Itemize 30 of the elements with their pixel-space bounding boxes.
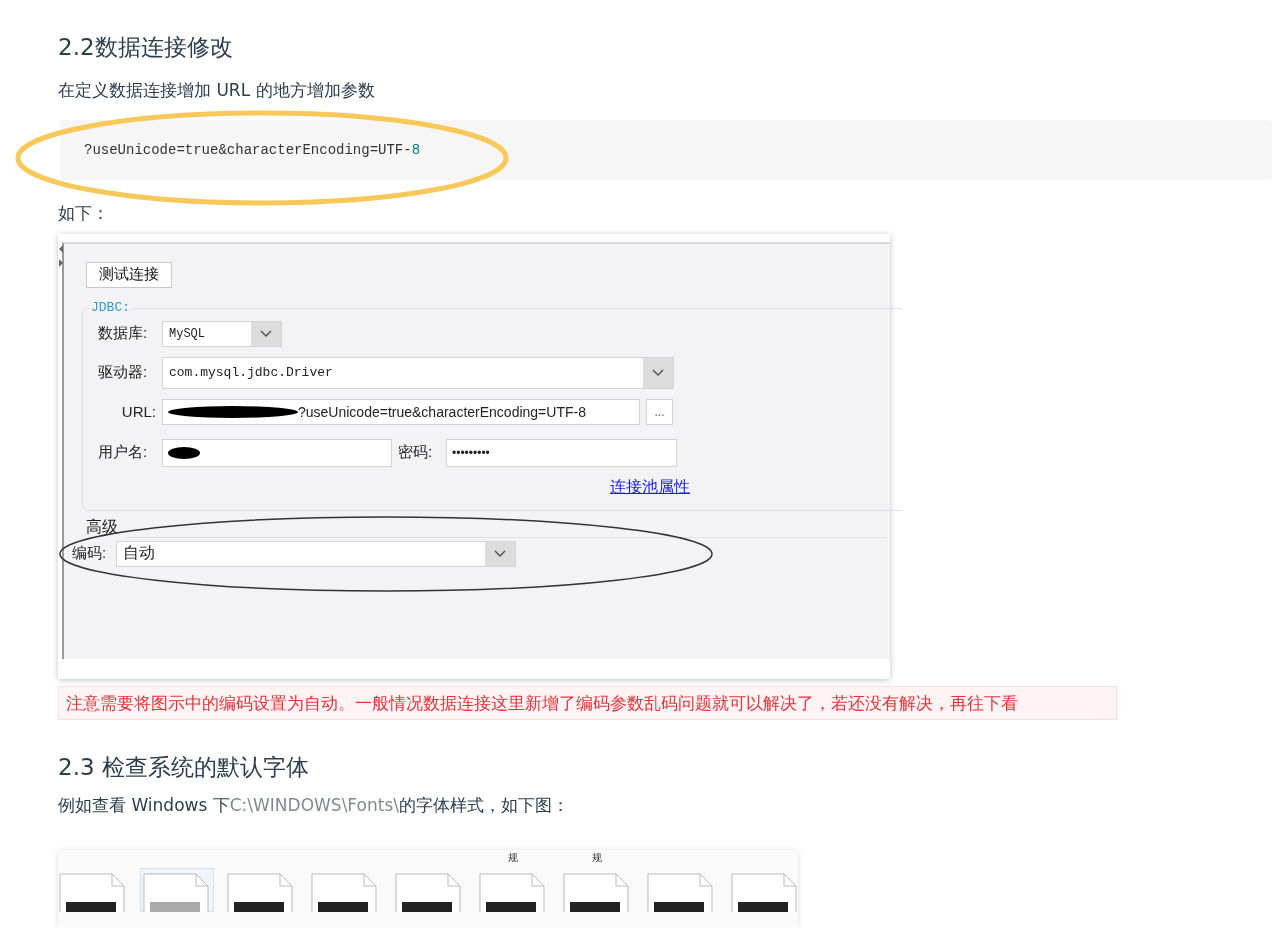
url-field[interactable]: ?useUnicode=true&characterEncoding=UTF-8 (162, 398, 640, 425)
section-title: 高级 (86, 516, 118, 537)
paragraph: 在定义数据连接增加 URL 的地方增加参数 (58, 79, 375, 102)
field-label: 驱动器: (98, 363, 149, 383)
chevron-down-icon (260, 329, 272, 338)
database-select[interactable]: MySQL (162, 320, 282, 347)
encoding-select[interactable]: 自动 (116, 540, 516, 567)
driver-select[interactable]: com.mysql.jdbc.Driver (162, 356, 674, 389)
redaction-mark (168, 445, 200, 460)
pool-properties-link[interactable]: 连接池属性 (610, 476, 902, 498)
chevron-down-icon (494, 549, 506, 558)
file-caption: 规 (508, 851, 518, 864)
code-block: ?useUnicode=true&characterEncoding=UTF-8 (60, 120, 1272, 180)
file-caption: 规 (592, 851, 602, 864)
field-label: 密码: (398, 443, 434, 463)
field-label: 用户名: (98, 443, 149, 463)
browse-button[interactable]: ... (646, 398, 673, 425)
field-label: 编码: (72, 544, 108, 564)
password-field[interactable]: ••••••••• (446, 438, 677, 467)
test-connection-button[interactable]: 测试连接 (86, 261, 172, 288)
warning-note: 注意需要将图示中的编码设置为自动。一般情况数据连接这里新增了编码参数乱码问题就可以解决了，若还没有解决，再往下看 (58, 686, 1117, 720)
section-heading: 2.2数据连接修改 (58, 33, 233, 62)
section-heading: 2.3 检查系统的默认字体 (58, 752, 309, 782)
username-field[interactable] (162, 438, 392, 467)
collapse-arrows-icon (58, 243, 64, 268)
chevron-down-icon (652, 368, 664, 377)
field-label: 数据库: (98, 324, 149, 344)
field-label: URL: (120, 403, 156, 421)
paragraph: 例如查看 Windows 下C:\WINDOWS\Fonts\的字体样式，如下图： (58, 793, 569, 817)
paragraph: 如下： (58, 201, 109, 225)
